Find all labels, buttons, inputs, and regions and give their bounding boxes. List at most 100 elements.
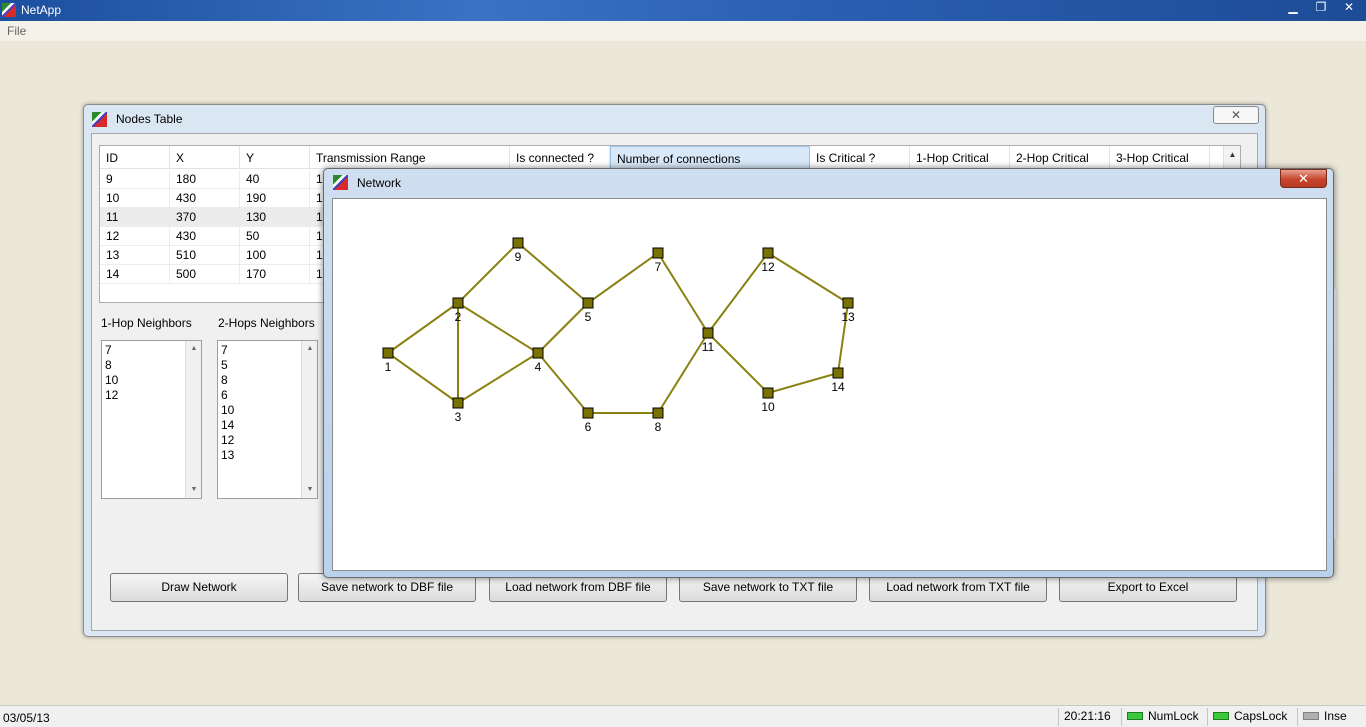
status-time: 20:21:16 — [1058, 708, 1121, 726]
network-node[interactable] — [762, 247, 774, 259]
list-item[interactable]: 7 — [221, 343, 234, 358]
table-cell: 510 — [170, 246, 240, 265]
table-cell: 430 — [170, 189, 240, 208]
status-bar: 03/05/13 20:21:16 NumLock CapsLock Inse — [0, 705, 1366, 727]
insert-label: Inse — [1324, 709, 1347, 723]
network-node[interactable] — [512, 237, 524, 249]
network-node[interactable] — [652, 407, 664, 419]
table-cell: 170 — [240, 265, 310, 284]
list-item[interactable]: 13 — [221, 448, 234, 463]
column-header[interactable]: Is connected ? — [510, 146, 610, 169]
close-button[interactable]: ✕ — [1338, 0, 1360, 17]
numlock-label: NumLock — [1148, 709, 1199, 723]
network-graph: 1234567891011121314 — [382, 237, 855, 434]
table-cell: 180 — [170, 170, 240, 189]
scroll-up-arrow-icon[interactable]: ▲ — [302, 342, 317, 356]
network-edge — [517, 242, 589, 304]
network-node[interactable] — [702, 327, 714, 339]
network-node-label: 10 — [761, 400, 775, 414]
list-item[interactable]: 7 — [105, 343, 118, 358]
network-canvas[interactable]: 1 2 3 4 5 6 7 8 9 10 11 12 13 14 — [332, 198, 1327, 571]
app-icon — [333, 175, 348, 190]
list-item[interactable]: 6 — [221, 388, 234, 403]
app-title: NetApp — [21, 3, 62, 17]
column-header[interactable]: Number of connections — [610, 146, 810, 169]
listbox-scrollbar[interactable]: ▲ ▼ — [185, 341, 201, 498]
table-cell: 9 — [100, 170, 170, 189]
grid-header: ID X Y Transmission Range Is connected ? Numb… — [100, 146, 1240, 169]
list-item[interactable]: 8 — [221, 373, 234, 388]
network-edge — [707, 252, 769, 334]
network-node-label: 14 — [831, 380, 845, 394]
table-cell: 14 — [100, 265, 170, 284]
table-cell: 11 — [100, 208, 170, 227]
network-edge — [457, 242, 519, 304]
table-cell: 40 — [240, 170, 310, 189]
network-node-label: 2 — [455, 310, 462, 324]
network-node[interactable] — [582, 297, 594, 309]
network-edge — [457, 302, 539, 354]
list-item[interactable]: 8 — [105, 358, 118, 373]
network-node-label: 13 — [841, 310, 855, 324]
network-edge — [537, 302, 589, 354]
network-node[interactable] — [582, 407, 594, 419]
list-item[interactable]: 10 — [221, 403, 234, 418]
column-header[interactable]: ID — [100, 146, 170, 169]
draw-network-button[interactable]: Draw Network — [110, 573, 288, 602]
network-node[interactable] — [382, 347, 394, 359]
network-node[interactable] — [452, 397, 464, 409]
minimize-button[interactable]: ▁ — [1282, 0, 1304, 17]
column-header[interactable]: 2-Hop Critical — [1010, 146, 1110, 169]
network-node[interactable] — [652, 247, 664, 259]
two-hop-listbox[interactable]: 7 5 8 6 10 14 12 13 ▲ ▼ — [217, 340, 318, 499]
scroll-up-arrow-icon[interactable]: ▲ — [1224, 146, 1240, 163]
table-cell: 13 — [100, 246, 170, 265]
network-node-label: 1 — [385, 360, 392, 374]
menu-file[interactable]: File — [7, 24, 26, 38]
column-header[interactable]: Transmission Range — [310, 146, 510, 169]
table-cell: 130 — [240, 208, 310, 227]
capslock-label: CapsLock — [1234, 709, 1288, 723]
list-item[interactable]: 5 — [221, 358, 234, 373]
network-node[interactable] — [762, 387, 774, 399]
network-node-label: 8 — [655, 420, 662, 434]
column-header[interactable]: 3-Hop Critical — [1110, 146, 1210, 169]
network-edge — [707, 332, 769, 394]
scroll-down-arrow-icon[interactable]: ▼ — [302, 483, 317, 497]
column-header[interactable]: Is Critical ? — [810, 146, 910, 169]
scroll-up-arrow-icon[interactable]: ▲ — [186, 342, 201, 356]
list-item[interactable]: 12 — [105, 388, 118, 403]
network-node[interactable] — [832, 367, 844, 379]
column-header[interactable]: 1-Hop Critical — [910, 146, 1010, 169]
capslock-led-icon — [1213, 712, 1229, 720]
nodes-window-close-button[interactable]: ✕ — [1213, 106, 1259, 124]
listbox-scrollbar[interactable]: ▲ ▼ — [301, 341, 317, 498]
network-node-label: 6 — [585, 420, 592, 434]
network-node[interactable] — [452, 297, 464, 309]
one-hop-listbox[interactable]: 7 8 10 12 ▲ ▼ — [101, 340, 202, 499]
numlock-led-icon — [1127, 712, 1143, 720]
network-edge — [387, 352, 459, 404]
scroll-down-arrow-icon[interactable]: ▼ — [186, 483, 201, 497]
table-cell: 370 — [170, 208, 240, 227]
list-item[interactable]: 14 — [221, 418, 234, 433]
status-date: 03/05/13 — [3, 711, 50, 725]
network-scrollbar[interactable] — [1334, 289, 1338, 539]
app-titlebar: NetApp ▁ ❐ ✕ — [0, 0, 1366, 21]
app-icon — [2, 3, 16, 17]
table-cell: 500 — [170, 265, 240, 284]
network-window-close-button[interactable]: ✕ — [1280, 169, 1327, 188]
network-window-title: Network — [357, 176, 402, 190]
nodes-window-titlebar[interactable]: Nodes Table ✕ — [84, 105, 1265, 133]
column-header[interactable]: X — [170, 146, 240, 169]
network-node[interactable] — [842, 297, 854, 309]
maximize-button[interactable]: ❐ — [1310, 0, 1332, 17]
list-item[interactable]: 10 — [105, 373, 118, 388]
list-item[interactable]: 12 — [221, 433, 234, 448]
network-node-label: 9 — [515, 250, 522, 264]
table-cell: 100 — [240, 246, 310, 265]
network-edge — [457, 352, 539, 404]
network-edge — [767, 372, 839, 394]
column-header[interactable]: Y — [240, 146, 310, 169]
network-node[interactable] — [532, 347, 544, 359]
